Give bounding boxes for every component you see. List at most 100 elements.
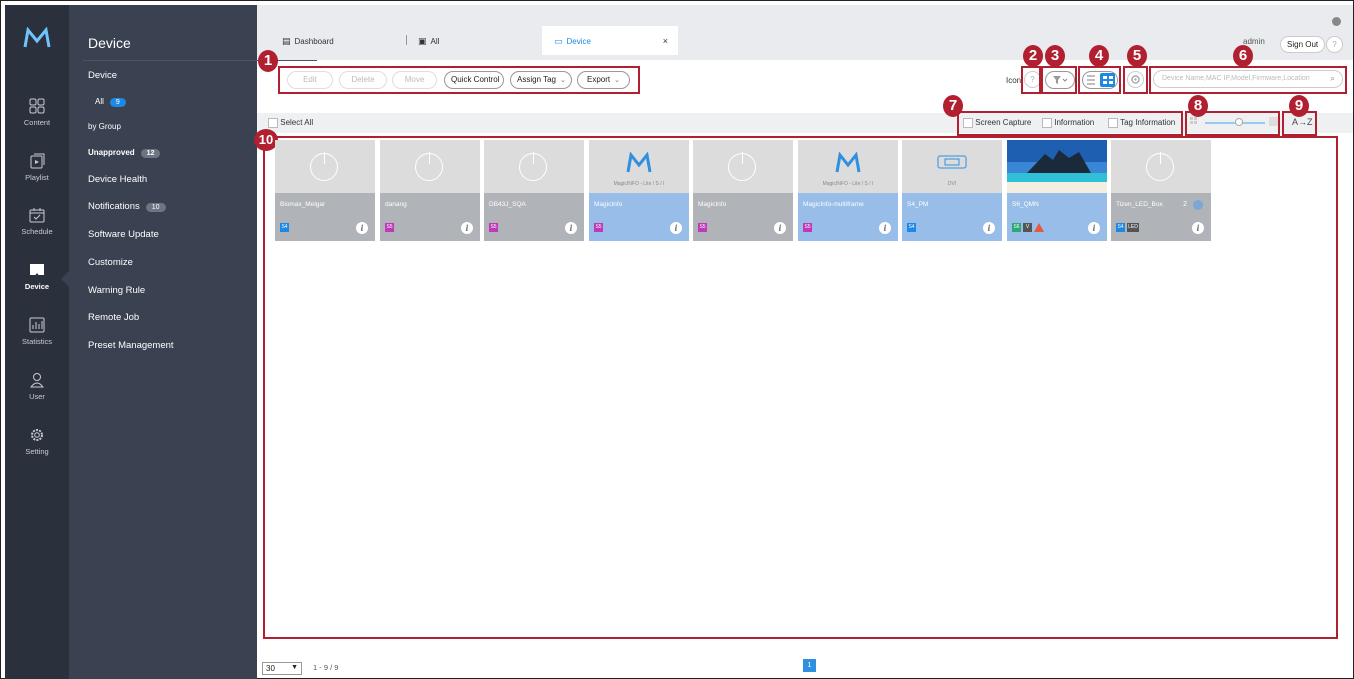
device-name: MagicInfo-multiframe (803, 201, 864, 208)
device-thumbnail: MagicINFO - Lite / S / I (589, 140, 689, 193)
thumbnail-caption: DVI (947, 181, 957, 187)
globe-icon[interactable] (1332, 17, 1341, 26)
info-icon[interactable]: i (670, 222, 682, 234)
magicinfo-logo (23, 27, 51, 48)
sidebar-item-playlist[interactable]: Playlist (5, 152, 69, 198)
device-card[interactable]: MagicINFO - Lite / S / I MagicInfo S5 i (589, 140, 689, 241)
annotation-2: 2 (1023, 45, 1043, 67)
extra-badge: LED (1127, 223, 1139, 232)
nav-warning-rule[interactable]: Warning Rule (88, 285, 145, 296)
tab-all[interactable]: ▣ All (406, 26, 536, 55)
info-icon[interactable]: i (1192, 222, 1204, 234)
annotation-8: 8 (1188, 95, 1208, 117)
subnav-title: Device (88, 35, 131, 51)
device-card[interactable]: Tizen_LED_Box S4 LED 2 i (1111, 140, 1211, 241)
info-icon[interactable]: i (879, 222, 891, 234)
sidebar-item-statistics[interactable]: Statistics (5, 316, 69, 362)
model-badge: S5 (594, 223, 603, 232)
link-icon[interactable] (1193, 200, 1203, 210)
thumbnail-caption: MagicINFO - Lite / S / I (822, 181, 874, 187)
device-card[interactable]: MagicInfo S5 i (693, 140, 793, 241)
page-button[interactable]: 1 (803, 659, 816, 672)
device-name: S6_QMN (1012, 201, 1039, 208)
device-card[interactable]: Biomax_Melgar S4 i (275, 140, 375, 241)
annotation-box-1 (278, 66, 640, 94)
power-icon (728, 152, 756, 181)
playlist-icon (30, 153, 45, 169)
annotation-3: 3 (1045, 45, 1065, 67)
sidebar-item-device[interactable]: Device (5, 261, 69, 307)
nav-remote-job[interactable]: Remote Job (88, 312, 139, 323)
sign-out-button[interactable]: Sign Out (1280, 36, 1326, 53)
model-badge: S6 (1012, 223, 1021, 232)
info-icon[interactable]: i (774, 222, 786, 234)
device-thumbnail (1007, 140, 1107, 193)
nav-all[interactable]: All 9 (95, 97, 126, 107)
page-size-select[interactable]: 30 ▼ (262, 662, 302, 675)
nav-customize[interactable]: Customize (88, 257, 133, 268)
dashboard-icon: ▤ (282, 36, 291, 46)
select-all-checkbox[interactable] (268, 118, 278, 128)
device-name: danang (385, 201, 407, 208)
model-badge: S5 (698, 223, 707, 232)
warning-icon (1034, 223, 1044, 232)
sidebar-item-label: User (29, 392, 45, 401)
annotation-box-3 (1041, 66, 1077, 94)
notifications-count-badge: 10 (145, 203, 166, 212)
nav-unapproved-label: Unapproved (88, 148, 135, 157)
chevron-down-icon: ▼ (291, 664, 298, 671)
device-tab-icon: ▭ (554, 36, 563, 46)
sidebar-item-label: Setting (25, 447, 49, 456)
info-icon[interactable]: i (356, 222, 368, 234)
magicinfo-logo-icon (626, 152, 652, 173)
nav-notifications[interactable]: Notifications 10 (88, 201, 166, 212)
extra-badge: V (1023, 223, 1032, 232)
device-card[interactable]: DB43J_SQA S5 i (484, 140, 584, 241)
device-thumbnail: DVI (902, 140, 1002, 193)
device-name: S4_PM (907, 201, 929, 208)
annotation-6: 6 (1233, 45, 1253, 67)
page-count: 1 - 9 / 9 (313, 663, 339, 672)
device-name: DB43J_SQA (489, 201, 526, 208)
select-all[interactable]: Select All (268, 118, 313, 128)
model-badge: S4 (907, 223, 916, 232)
sidebar-item-label: Statistics (21, 337, 52, 346)
device-card[interactable]: DVI S4_PM S4 i (902, 140, 1002, 241)
tab-device[interactable]: ▭ Device × (542, 26, 678, 55)
nav-software-update[interactable]: Software Update (88, 229, 159, 240)
info-icon[interactable]: i (1088, 222, 1100, 234)
nav-preset-management[interactable]: Preset Management (88, 340, 174, 351)
info-icon[interactable]: i (461, 222, 473, 234)
annotation-9: 9 (1289, 95, 1309, 117)
annotation-5: 5 (1127, 45, 1147, 67)
divider (83, 60, 317, 61)
device-count: 2 (1183, 201, 1187, 208)
tab-label: Dashboard (294, 37, 334, 46)
device-card[interactable]: MagicINFO - Lite / S / I MagicInfo-multif… (798, 140, 898, 241)
help-button[interactable]: ? (1326, 36, 1343, 53)
nav-device[interactable]: Device (88, 70, 117, 81)
magicinfo-logo-icon (835, 152, 861, 173)
tab-dashboard[interactable]: ▤ Dashboard (270, 26, 400, 55)
info-icon[interactable]: i (565, 222, 577, 234)
nav-by-group[interactable]: by Group (88, 122, 121, 131)
sidebar-item-setting[interactable]: Setting (5, 426, 69, 472)
annotation-box-7 (957, 111, 1183, 136)
sidebar-item-schedule[interactable]: Schedule (5, 206, 69, 252)
close-icon[interactable]: × (663, 36, 668, 46)
content-icon (29, 98, 45, 114)
device-card[interactable]: danang S5 i (380, 140, 480, 241)
tab-label: Device (566, 37, 591, 46)
info-icon[interactable]: i (983, 222, 995, 234)
nav-device-health[interactable]: Device Health (88, 174, 147, 185)
device-card[interactable]: S6_QMN S6 Vi (1007, 140, 1107, 241)
model-badge: S4 (1116, 223, 1125, 232)
page-size-value: 30 (266, 664, 275, 673)
device-name: MagicInfo (594, 201, 623, 208)
nav-unapproved[interactable]: Unapproved 12 (88, 148, 161, 158)
sidebar-item-user[interactable]: User (5, 371, 69, 417)
gear-icon (31, 429, 43, 441)
sidebar-item-content[interactable]: Content (5, 97, 69, 143)
device-thumbnail (380, 140, 480, 193)
power-icon (415, 152, 443, 181)
